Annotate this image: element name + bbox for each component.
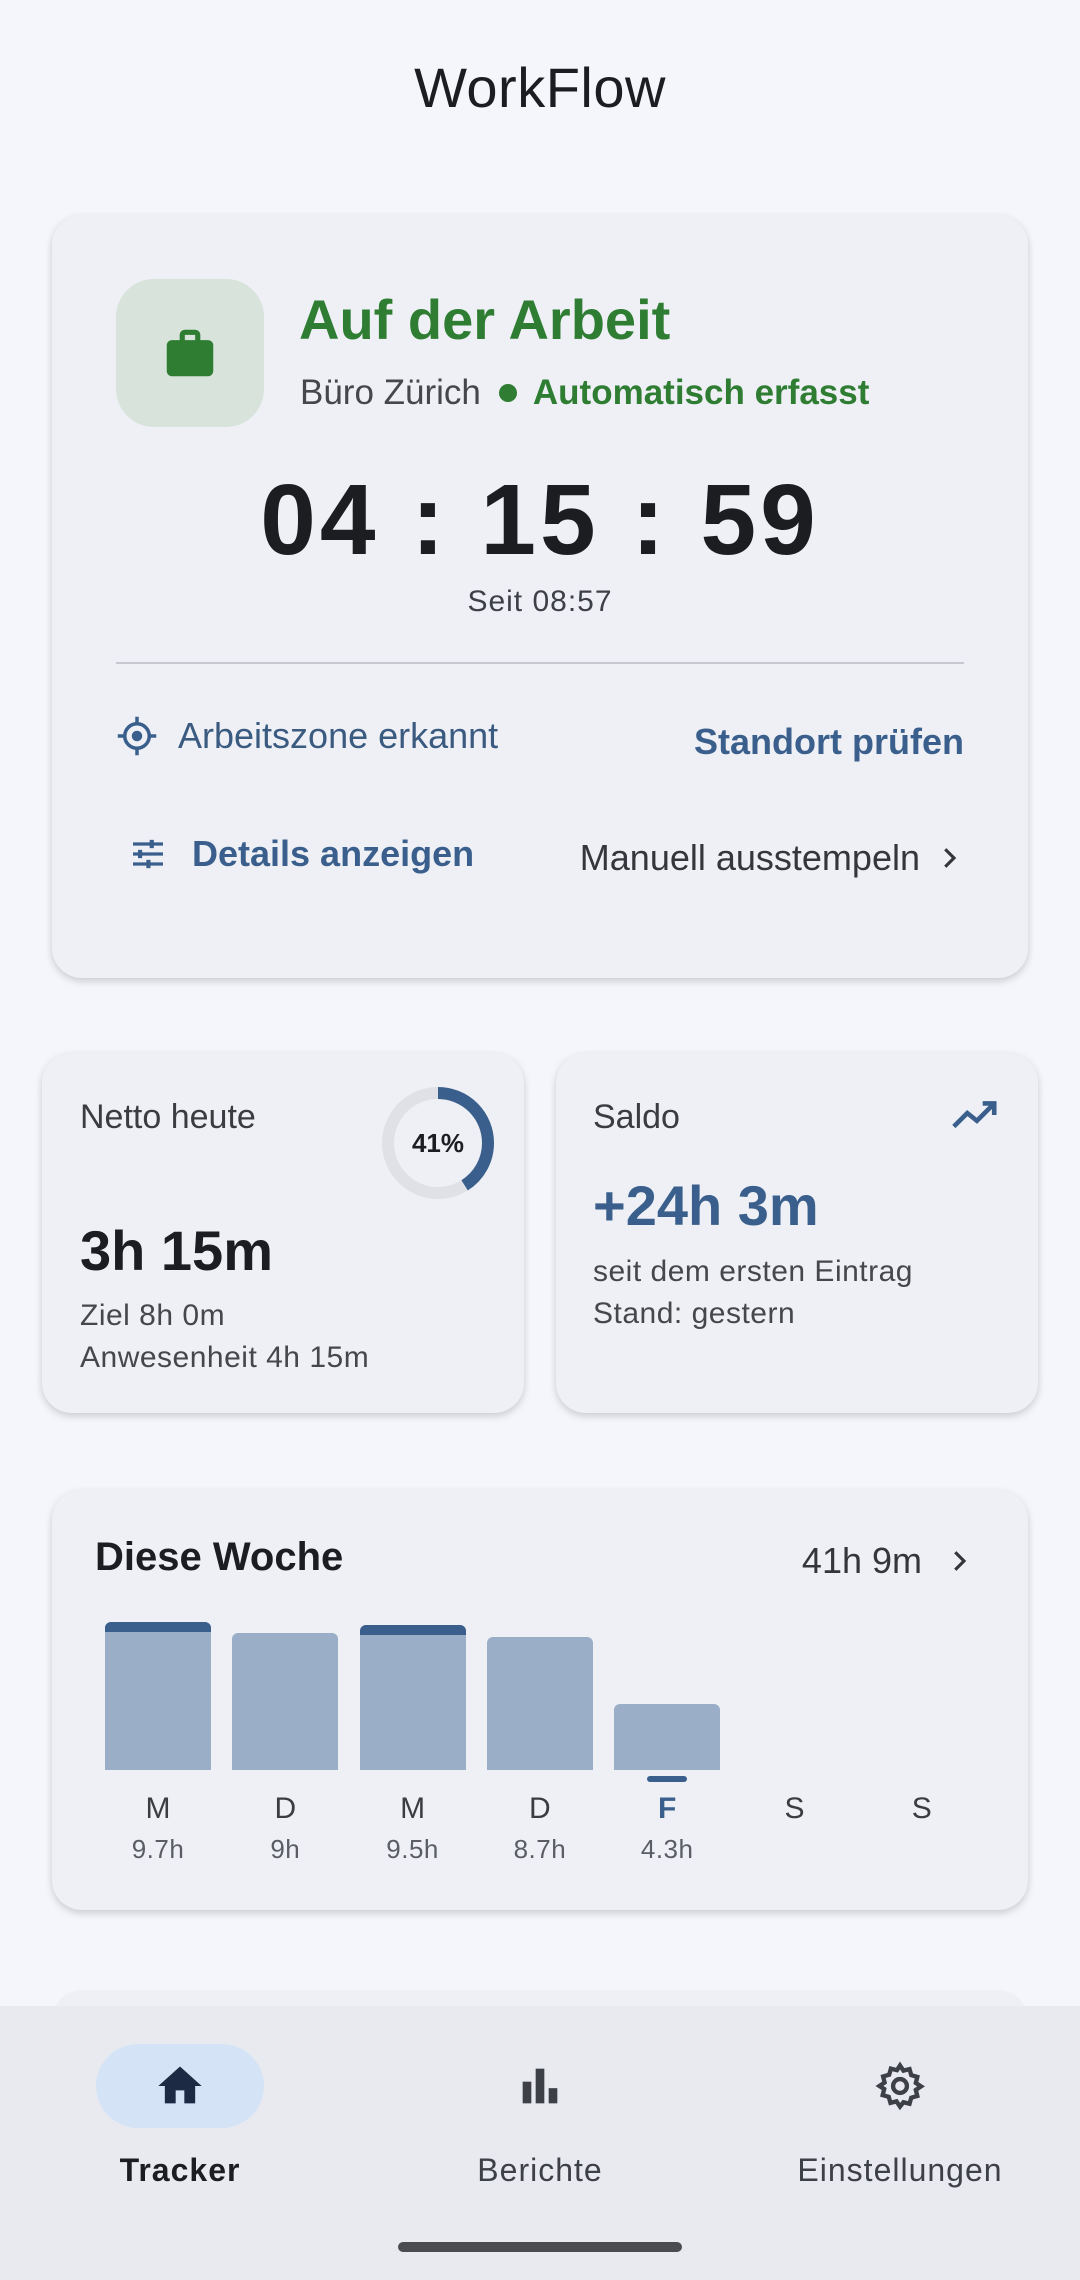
trending-up-icon: [952, 1101, 997, 1129]
nav-label-berichte: Berichte: [477, 2152, 603, 2188]
week-bar[interactable]: [359, 1625, 466, 1770]
tune-icon: [133, 839, 163, 869]
saldo-stand: Stand: gestern: [593, 1297, 796, 1330]
day-hours-label: 8.7h: [513, 1834, 567, 1864]
week-card[interactable]: Diese Woche 41h 9m M 9.7h D 9h M 9.5h D 8.7h F 4.…: [52, 1490, 1028, 1910]
bar-chart-icon: [522, 2068, 558, 2104]
nav-item-tracker[interactable]: Tracker: [30, 2044, 330, 2194]
nav-label-tracker: Tracker: [119, 2152, 241, 2188]
week-bar[interactable]: [105, 1622, 211, 1770]
nav-active-indicator: [96, 2044, 264, 2128]
today-marker: [647, 1776, 688, 1782]
week-bar-chart: M 9.7h D 9h M 9.5h D 8.7h F 4.3h S S: [52, 1490, 1028, 1910]
day-label: D: [274, 1792, 297, 1825]
day-label: S: [784, 1792, 805, 1825]
netto-presence: Anwesenheit 4h 15m: [80, 1341, 370, 1374]
divider: [116, 662, 964, 664]
zone-status: Arbeitszone erkannt: [116, 715, 498, 757]
nav-item-einstellungen[interactable]: Einstellungen: [750, 2044, 1050, 2194]
location-target-icon: [117, 716, 157, 756]
week-bar[interactable]: [614, 1704, 721, 1770]
status-subtitle: Büro Zürich Automatisch erfasst: [300, 373, 869, 413]
since-time: Seit 08:57: [467, 585, 613, 618]
work-status-card: Auf der Arbeit Büro Zürich Automatisch e…: [52, 215, 1028, 978]
week-bar[interactable]: [486, 1637, 593, 1770]
day-hours-label: 9.5h: [386, 1834, 439, 1864]
tracking-mode: Automatisch erfasst: [532, 373, 870, 412]
app-screen: WorkFlow Auf der Arbeit Büro Zürich Auto…: [0, 0, 1080, 2280]
status-icon-container: [116, 279, 264, 427]
day-label: M: [400, 1792, 426, 1825]
day-label: M: [145, 1792, 171, 1825]
day-label: D: [529, 1792, 551, 1825]
briefcase-icon: [166, 329, 214, 377]
saldo-card[interactable]: Saldo +24h 3m seit dem ersten Eintrag St…: [556, 1053, 1038, 1413]
chevron-right-icon: [944, 848, 957, 868]
day-hours-label: 9h: [270, 1834, 301, 1864]
actions-row: Details anzeigen Manuell ausstempeln: [116, 833, 964, 893]
check-location-button[interactable]: Standort prüfen: [694, 721, 964, 763]
saldo-label: Saldo: [593, 1098, 680, 1136]
day-hours-label: 9.7h: [131, 1834, 185, 1864]
day-label: S: [911, 1792, 932, 1825]
progress-percent: 41%: [411, 1127, 465, 1158]
nav-item-berichte[interactable]: Berichte: [390, 2044, 690, 2194]
netto-value: 3h 15m: [80, 1219, 273, 1282]
home-indicator: [398, 2242, 682, 2252]
week-bar[interactable]: [232, 1633, 339, 1770]
zone-text: Arbeitszone erkannt: [178, 715, 499, 756]
status-dot: [498, 384, 517, 402]
home-icon: [158, 2066, 202, 2104]
details-label: Details anzeigen: [192, 833, 475, 874]
app-title: WorkFlow: [414, 56, 666, 119]
elapsed-timer: 04 : 15 : 59: [260, 464, 820, 576]
nav-icon-container: [456, 2044, 624, 2128]
netto-today-card[interactable]: Netto heute 41% 3h 15m Ziel 8h 0m Anwese…: [42, 1053, 524, 1413]
overtime-segment: [105, 1622, 211, 1632]
nav-label-einstellungen: Einstellungen: [797, 2152, 1003, 2188]
netto-label: Netto heute: [80, 1098, 256, 1136]
location-name: Büro Zürich: [300, 373, 481, 412]
gear-icon: [875, 2061, 925, 2111]
netto-goal: Ziel 8h 0m: [80, 1299, 226, 1332]
saldo-value: +24h 3m: [593, 1174, 819, 1237]
nav-icon-container: [816, 2044, 984, 2128]
saldo-since: seit dem ersten Eintrag: [593, 1255, 913, 1288]
manual-clockout-label: Manuell ausstempeln: [579, 837, 920, 878]
overtime-segment: [359, 1625, 466, 1635]
zone-row: Arbeitszone erkannt Standort prüfen: [116, 715, 964, 775]
day-hours-label: 4.3h: [640, 1834, 694, 1864]
show-details-button[interactable]: Details anzeigen: [128, 833, 474, 875]
status-title: Auf der Arbeit: [299, 288, 671, 351]
bottom-navigation: Tracker Berichte Einstellungen: [0, 2006, 1080, 2280]
manual-clockout-button[interactable]: Manuell ausstempeln: [580, 837, 964, 879]
day-label: F: [658, 1792, 677, 1825]
